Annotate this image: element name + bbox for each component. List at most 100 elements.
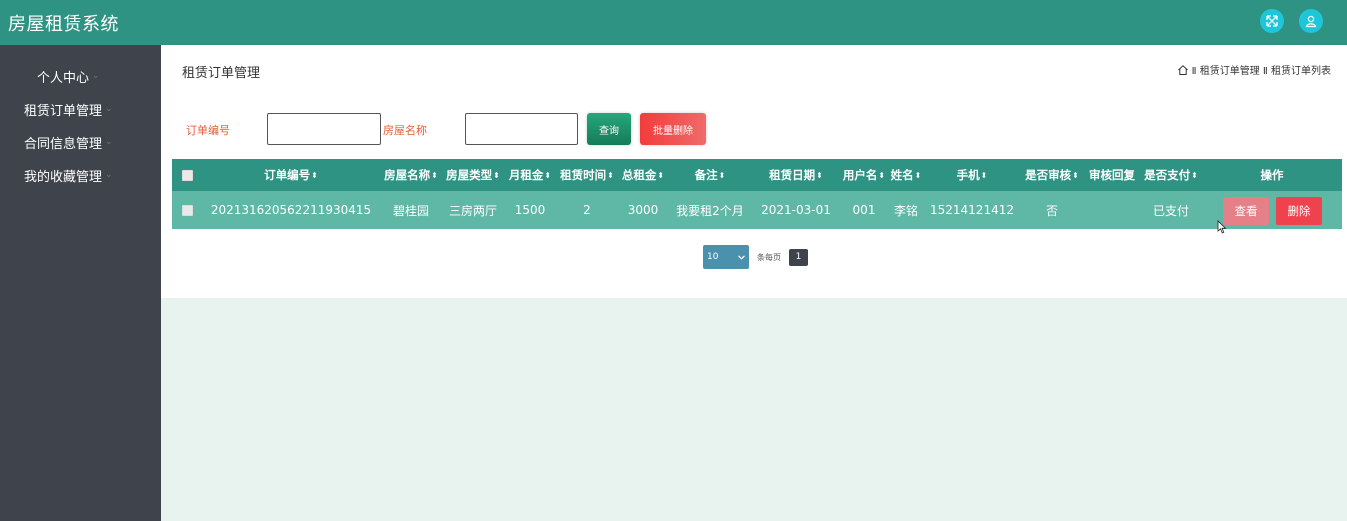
header-total-rent[interactable]: 总租金 ⬍ (618, 159, 668, 191)
cell-lease-term: 2 (583, 203, 591, 217)
query-button[interactable]: 查询 (587, 113, 631, 145)
cell-monthly-rent: 1500 (514, 203, 546, 217)
header-lease-date[interactable]: 租赁日期 ⬍ (752, 159, 840, 191)
main-panel: 租赁订单管理 Ⅱ 租赁订单管理 Ⅱ 租赁订单列表 订单编号 房屋名称 查询 批量… (161, 45, 1347, 298)
batch-delete-button[interactable]: 批量删除 (640, 113, 706, 145)
row-select-cell (172, 191, 202, 229)
header-name[interactable]: 姓名 ⬍ (888, 159, 924, 191)
app-title: 房屋租赁系统 (8, 14, 119, 35)
chevron-down-icon (738, 254, 745, 260)
cell-review-reply (1084, 191, 1140, 229)
header-label: 是否支付 (1144, 168, 1191, 182)
sort-icon: ⬍ (816, 170, 823, 180)
header-label: 用户名 (842, 168, 878, 182)
page-size-select[interactable]: 10 (703, 245, 749, 269)
chevron-down-icon: ⌄ (105, 170, 113, 180)
table-header: 订单编号 ⬍ 房屋名称 ⬍ 房屋类型 ⬍ 月租金 ⬍ 租赁时间 ⬍ 总租金 ⬍ 备注 ⬍ 租赁… (172, 159, 1342, 191)
header-label: 总租金 (621, 168, 657, 182)
per-page-label: 条每页 (757, 252, 781, 262)
header-label: 审核回复 (1089, 168, 1135, 182)
header-phone[interactable]: 手机 ⬍ (924, 159, 1020, 191)
sort-icon: ⬍ (1191, 170, 1198, 180)
chevron-down-icon: ⌄ (105, 137, 113, 147)
user-button[interactable] (1299, 9, 1323, 33)
sort-icon: ⬍ (914, 170, 922, 180)
header-order-no[interactable]: 订单编号 ⬍ (202, 159, 380, 191)
sort-icon: ⬍ (544, 170, 552, 180)
user-icon (1305, 15, 1317, 28)
select-all-cell (172, 159, 202, 191)
cell-lease-date: 2021-03-01 (761, 203, 831, 217)
header-label: 月租金 (508, 168, 544, 182)
sort-icon: ⬍ (980, 170, 988, 180)
header-label: 订单编号 (264, 168, 311, 182)
order-no-input[interactable] (267, 113, 381, 145)
sort-icon: ⬍ (431, 170, 438, 180)
header-label: 房屋类型 (446, 168, 493, 182)
sidebar: 个人中心 ⌄ 租赁订单管理 ⌄ 合同信息管理 ⌄ 我的收藏管理 ⌄ (0, 45, 161, 521)
cell-is-reviewed: 否 (1045, 203, 1058, 218)
sidebar-item-label: 合同信息管理 (24, 136, 103, 152)
sidebar-item-personal-center[interactable]: 个人中心 ⌄ (0, 60, 161, 92)
header-house-name[interactable]: 房屋名称 ⬍ (380, 159, 442, 191)
page-number-button[interactable]: 1 (789, 248, 808, 266)
header-label: 租赁日期 (769, 168, 816, 182)
sort-icon: ⬍ (493, 170, 500, 180)
order-no-label: 订单编号 (186, 124, 230, 137)
sidebar-item-label: 个人中心 (37, 70, 90, 86)
sidebar-item-lease-orders[interactable]: 租赁订单管理 ⌄ (0, 93, 161, 125)
sidebar-item-label: 租赁订单管理 (24, 103, 103, 119)
cell-house-name: 碧桂园 (392, 203, 429, 218)
sort-icon: ⬍ (878, 170, 886, 180)
sort-icon: ⬍ (1072, 170, 1079, 180)
header-label: 手机 (956, 168, 980, 182)
fullscreen-button[interactable] (1260, 9, 1284, 33)
page-size-value: 10 (707, 252, 719, 262)
header-house-type[interactable]: 房屋类型 ⬍ (442, 159, 504, 191)
mouse-cursor-icon (1217, 220, 1227, 234)
cell-username: 001 (852, 203, 876, 217)
orders-table: 订单编号 ⬍ 房屋名称 ⬍ 房屋类型 ⬍ 月租金 ⬍ 租赁时间 ⬍ 总租金 ⬍ 备注 ⬍ 租赁… (172, 159, 1342, 229)
select-all-checkbox[interactable] (181, 169, 193, 181)
cell-total-rent: 3000 (627, 203, 659, 217)
header-monthly-rent[interactable]: 月租金 ⬍ (504, 159, 556, 191)
house-name-label: 房屋名称 (383, 124, 427, 137)
pagination: 10 条每页 1 (703, 245, 808, 269)
cell-is-paid: 已支付 (1152, 203, 1189, 218)
header-label: 姓名 (890, 168, 914, 182)
header-label: 房屋名称 (384, 168, 431, 182)
header-username[interactable]: 用户名 ⬍ (840, 159, 888, 191)
header-actions: 操作 (1202, 159, 1342, 191)
header-lease-term[interactable]: 租赁时间 ⬍ (556, 159, 618, 191)
page-title: 租赁订单管理 (182, 66, 261, 81)
header-is-paid[interactable]: 是否支付 ⬍ (1140, 159, 1202, 191)
delete-button[interactable]: 删除 (1276, 197, 1322, 225)
sort-icon: ⬍ (657, 170, 665, 180)
top-bar: 房屋租赁系统 (0, 0, 1347, 45)
chevron-down-icon: ⌄ (105, 104, 113, 114)
chevron-down-icon: ⌄ (92, 71, 100, 81)
cell-phone: 15214121412 (930, 203, 1014, 217)
sort-icon: ⬍ (718, 170, 726, 180)
breadcrumb-text: Ⅱ 租赁订单管理 Ⅱ 租赁订单列表 (1191, 66, 1331, 77)
sidebar-item-contracts[interactable]: 合同信息管理 ⌄ (0, 126, 161, 158)
header-label: 操作 (1260, 168, 1284, 182)
house-name-input[interactable] (465, 113, 578, 145)
view-button[interactable]: 查看 (1223, 197, 1269, 225)
header-is-reviewed[interactable]: 是否审核 ⬍ (1020, 159, 1084, 191)
cell-remark: 我要租2个月 (676, 203, 744, 218)
sort-icon: ⬍ (607, 170, 614, 180)
header-remark[interactable]: 备注 ⬍ (668, 159, 752, 191)
home-icon (1177, 64, 1188, 75)
header-label: 备注 (694, 168, 718, 182)
fullscreen-icon (1266, 15, 1278, 27)
row-checkbox[interactable] (181, 204, 193, 216)
cell-house-type: 三房两厅 (448, 203, 497, 218)
cell-name: 李铭 (893, 203, 918, 218)
breadcrumb: Ⅱ 租赁订单管理 Ⅱ 租赁订单列表 (1177, 62, 1331, 77)
cell-order-no: 20213162056221193041​5 (210, 203, 372, 217)
table-row: 20213162056221193041​5 碧桂园 三房两厅 1500 2 3… (172, 191, 1342, 229)
header-review-reply: 审核回复 (1084, 159, 1140, 191)
sidebar-item-favorites[interactable]: 我的收藏管理 ⌄ (0, 159, 161, 191)
header-label: 租赁时间 (560, 168, 607, 182)
